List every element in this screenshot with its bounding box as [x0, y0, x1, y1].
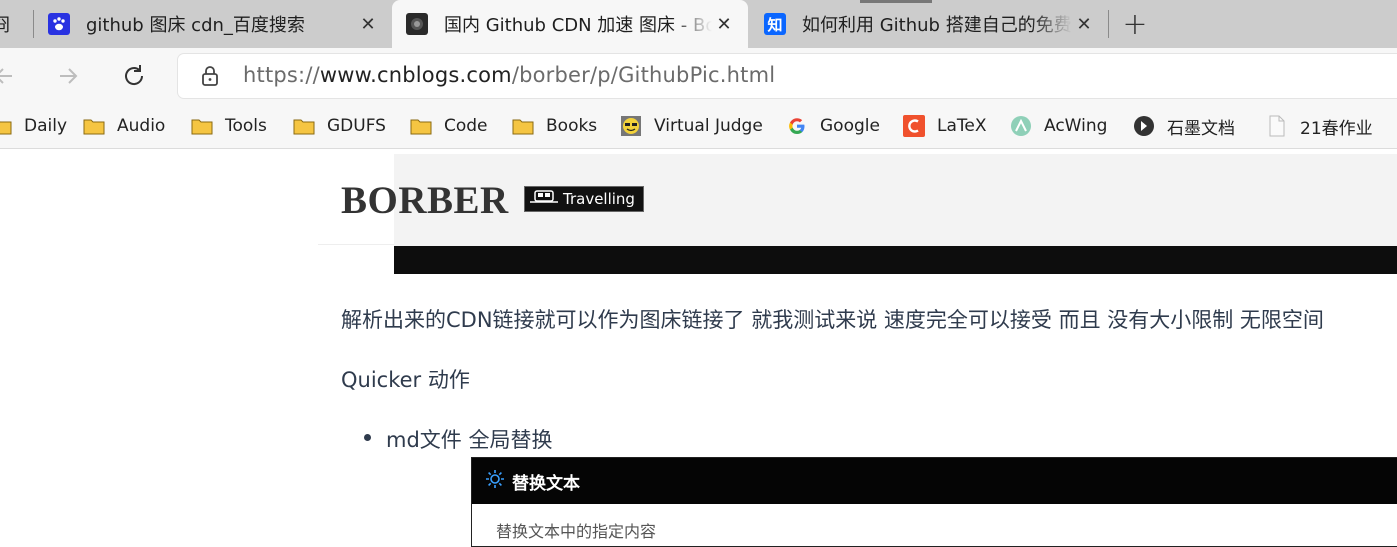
- url-host: www.cnblogs.com: [319, 63, 512, 87]
- bookmark-label: Virtual Judge: [654, 116, 763, 136]
- tab-zhihu[interactable]: 知 如何利用 Github 搭建自己的免费图床 ✕: [764, 0, 1104, 48]
- folder-icon: [410, 116, 432, 136]
- bookmark-gdufs[interactable]: GDUFS: [293, 114, 386, 138]
- bookmark-virtual-judge[interactable]: Virtual Judge: [620, 114, 763, 138]
- url-text[interactable]: https://www.cnblogs.com/borber/p/GithubP…: [243, 63, 775, 87]
- bookmark-daily[interactable]: Daily: [0, 114, 67, 138]
- bookmark-google[interactable]: Google: [786, 114, 880, 138]
- virtual-judge-icon: [620, 116, 642, 136]
- travel-icon: [529, 188, 559, 210]
- back-arrow-icon[interactable]: [0, 60, 20, 92]
- paragraph-quicker: Quicker 动作: [341, 368, 470, 392]
- travelling-badge[interactable]: Travelling: [524, 186, 644, 212]
- lock-icon[interactable]: [200, 65, 220, 91]
- url-scheme: https://: [243, 63, 320, 87]
- address-bar[interactable]: https://www.cnblogs.com/borber/p/GithubP…: [178, 54, 1397, 98]
- folder-icon: [191, 116, 213, 136]
- shimo-icon: [1133, 116, 1155, 136]
- bookmark-code[interactable]: Code: [410, 114, 488, 138]
- tab-title: github 图床 cdn_百度搜索: [86, 15, 305, 36]
- paragraph-cdn: 解析出来的CDN链接就可以作为图床链接了 就我测试来说 速度完全可以接受 而且 …: [341, 308, 1324, 332]
- new-tab-button[interactable]: +: [1120, 0, 1150, 48]
- close-icon[interactable]: ✕: [712, 14, 736, 35]
- folder-icon: [293, 116, 315, 136]
- bookmark-label: 石墨文档: [1167, 118, 1235, 139]
- bookmark-label: Audio: [117, 116, 166, 136]
- latex-icon: [903, 115, 925, 137]
- url-path: /borber/p/GithubPic.html: [511, 63, 776, 87]
- tab-separator: [33, 10, 34, 38]
- bookmark-label: GDUFS: [327, 116, 386, 136]
- google-icon: [786, 116, 808, 136]
- list-item: md文件 全局替换: [386, 428, 553, 452]
- list-bullet: [364, 434, 371, 441]
- close-icon[interactable]: ✕: [356, 14, 380, 35]
- folder-icon: [512, 116, 534, 136]
- badge-label: Travelling: [563, 190, 635, 208]
- divider: [318, 244, 394, 245]
- bookmark-audio[interactable]: Audio: [83, 114, 165, 138]
- tab-strip: 冏 github 图床 cdn_百度搜索 ✕ 国内 Github CDN 加速 …: [0, 0, 1397, 48]
- bookmark-shimo[interactable]: 石墨文档: [1133, 114, 1235, 139]
- blog-title[interactable]: BORBER: [341, 178, 509, 223]
- bookmark-homework[interactable]: 21春作业: [1266, 114, 1373, 139]
- screenshot-header: 替换文本: [472, 458, 1397, 504]
- forward-arrow-icon[interactable]: [52, 60, 84, 92]
- tab-separator: [1108, 10, 1109, 38]
- refresh-icon[interactable]: [118, 60, 150, 92]
- acwing-icon: [1010, 116, 1032, 136]
- page-content: BORBER Travelling 解析出来的CDN链接就可以作为图床链接了 就…: [0, 154, 1397, 547]
- bookmark-tools[interactable]: Tools: [191, 114, 267, 138]
- bookmark-label: 21春作业: [1300, 118, 1373, 139]
- bookmark-label: Tools: [225, 116, 267, 136]
- gear-icon: [484, 468, 506, 495]
- tab-cnblogs-active[interactable]: 国内 Github CDN 加速 图床 - Borber ✕: [392, 0, 748, 48]
- bookmark-acwing[interactable]: AcWing: [1010, 114, 1107, 138]
- cnblogs-avatar-icon: [406, 13, 428, 35]
- bookmark-label: Code: [444, 116, 488, 136]
- blog-nav-bar: [394, 246, 1397, 274]
- folder-icon: [0, 116, 12, 136]
- tab-title: 国内 Github CDN 加速 图床 - Borber: [444, 15, 712, 36]
- tab-baidu[interactable]: github 图床 cdn_百度搜索 ✕: [48, 0, 388, 48]
- bookmark-label: Books: [546, 116, 598, 136]
- baidu-paw-icon: [48, 13, 70, 35]
- bookmark-label: AcWing: [1044, 116, 1108, 136]
- navigation-toolbar: https://www.cnblogs.com/borber/p/GithubP…: [0, 48, 1397, 104]
- bookmarks-bar: Daily Audio Tools GDUFS Code Books Virtu…: [0, 104, 1397, 149]
- bookmark-latex[interactable]: LaTeX: [903, 114, 987, 138]
- embedded-screenshot: 替换文本 替换文本中的指定内容: [471, 457, 1397, 547]
- bookmark-books[interactable]: Books: [512, 114, 597, 138]
- screenshot-title: 替换文本: [512, 473, 580, 494]
- zhihu-icon: 知: [764, 13, 786, 35]
- bookmark-label: LaTeX: [937, 116, 987, 136]
- close-icon[interactable]: ✕: [1072, 14, 1096, 35]
- tab-partial[interactable]: 冏: [0, 0, 28, 48]
- bookmark-label: Daily: [24, 116, 68, 136]
- tab-partial-title: 冏: [0, 15, 10, 36]
- document-icon: [1266, 115, 1288, 137]
- screenshot-subtitle: 替换文本中的指定内容: [496, 522, 657, 541]
- tab-title: 如何利用 Github 搭建自己的免费图床: [802, 15, 1072, 36]
- bookmark-label: Google: [820, 116, 880, 136]
- folder-icon: [83, 116, 105, 136]
